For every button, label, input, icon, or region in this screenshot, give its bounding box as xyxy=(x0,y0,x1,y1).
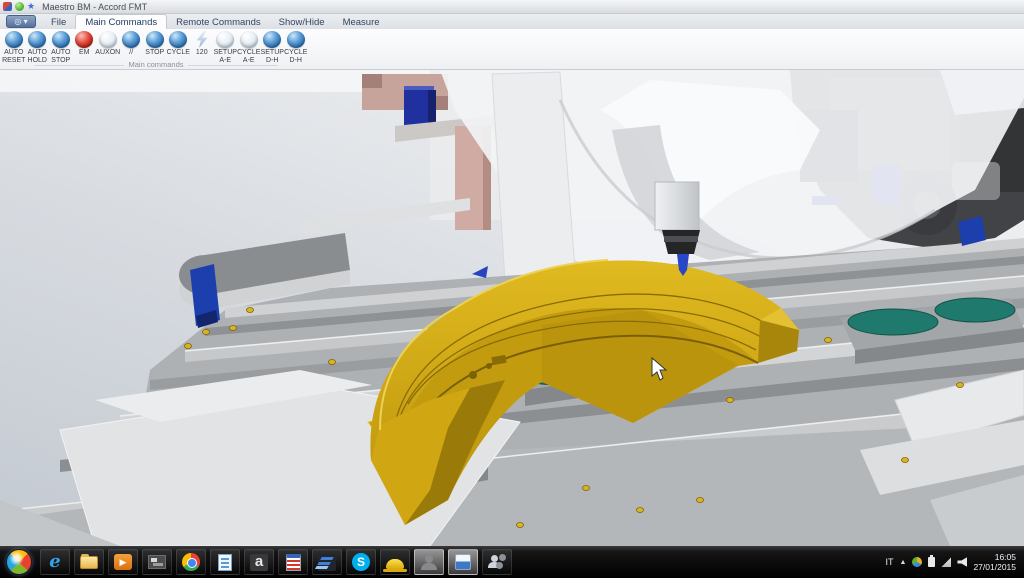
tab-file[interactable]: File xyxy=(42,15,75,29)
workpiece-hole xyxy=(469,371,477,379)
folder-icon xyxy=(80,556,98,569)
machine-scene xyxy=(0,70,1024,546)
ribbon-button-auto-stop[interactable]: AUTO STOP xyxy=(49,29,73,64)
start-button[interactable] xyxy=(6,549,32,575)
suction-cup xyxy=(848,309,938,335)
taskbar-icon-internet-explorer[interactable]: e xyxy=(40,549,70,575)
taskbar-icon-simulator-app[interactable] xyxy=(448,549,478,575)
taskbar: e ▶ a S IT ▲ 16:05 27/01/2015 xyxy=(0,546,1024,578)
taskbar-icon-maestro-cam[interactable] xyxy=(312,549,342,575)
suction-cup xyxy=(935,298,1015,322)
app-menu-button[interactable]: ◎ ▾ xyxy=(6,15,36,28)
ribbon-button-cycle[interactable]: CYCLE xyxy=(167,29,191,57)
ribbon-tab-row: ◎ ▾ File Main Commands Remote Commands S… xyxy=(0,14,1024,29)
ribbon-button-slash[interactable]: // xyxy=(120,29,144,57)
chrome-icon xyxy=(182,553,200,571)
sphere-icon xyxy=(28,31,46,48)
book-icon xyxy=(286,554,301,571)
person-icon xyxy=(425,555,433,563)
application-window: ★ Maestro BM - Accord FMT ◎ ▾ File Main … xyxy=(0,0,1024,578)
sphere-icon xyxy=(75,31,93,48)
ribbon-button-stop[interactable]: STOP xyxy=(143,29,167,57)
ribbon-button-cycle-ae[interactable]: CYCLE A-E xyxy=(237,29,261,64)
sphere-icon xyxy=(263,31,281,48)
disk-icon xyxy=(455,554,471,570)
sphere-icon xyxy=(240,31,258,48)
sphere-icon xyxy=(122,31,140,48)
titlebar: ★ Maestro BM - Accord FMT xyxy=(0,0,1024,14)
system-tray: IT ▲ 16:05 27/01/2015 xyxy=(886,552,1020,572)
lightning-icon xyxy=(193,31,211,48)
green-orb-icon xyxy=(15,2,24,11)
ribbon-button-auxon[interactable]: AUXON xyxy=(96,29,120,57)
battery-icon[interactable] xyxy=(928,557,935,567)
ribbon: AUTO RESET AUTO HOLD AUTO STOP EM AUXON … xyxy=(0,29,1024,70)
tab-show-hide[interactable]: Show/Hide xyxy=(270,15,334,29)
blue-star-icon: ★ xyxy=(27,2,35,11)
taskbar-icon-document-app[interactable] xyxy=(210,549,240,575)
window-title: Maestro BM - Accord FMT xyxy=(42,2,147,12)
tab-main-commands[interactable]: Main Commands xyxy=(75,14,167,29)
viewport-3d[interactable] xyxy=(0,70,1024,546)
play-icon: ▶ xyxy=(114,554,132,570)
ribbon-group-main-commands: AUTO RESET AUTO HOLD AUTO STOP EM AUXON … xyxy=(2,29,310,70)
workpiece-hole xyxy=(486,363,492,369)
taskbar-icon-file-explorer[interactable] xyxy=(74,549,104,575)
ribbon-button-auto-hold[interactable]: AUTO HOLD xyxy=(26,29,50,64)
hidden-icons-button[interactable]: ▲ xyxy=(900,559,907,566)
document-icon xyxy=(218,554,232,571)
drive-tray-icon[interactable] xyxy=(912,557,922,567)
tab-remote-commands[interactable]: Remote Commands xyxy=(167,15,269,29)
helmet-icon xyxy=(386,559,404,569)
clock-date: 27/01/2015 xyxy=(973,562,1016,572)
ribbon-button-em[interactable]: EM xyxy=(73,29,97,57)
clock-time: 16:05 xyxy=(973,552,1016,562)
letter-a-icon: a xyxy=(250,554,268,571)
maestro-icon xyxy=(318,554,336,571)
ribbon-button-auto-reset[interactable]: AUTO RESET xyxy=(2,29,26,64)
people-icon xyxy=(491,555,498,562)
clock[interactable]: 16:05 27/01/2015 xyxy=(973,552,1016,572)
skype-icon: S xyxy=(352,553,370,571)
sphere-icon xyxy=(169,31,187,48)
ie-icon: e xyxy=(49,553,60,571)
taskbar-icon-cnc-tool-app[interactable] xyxy=(142,549,172,575)
volume-icon[interactable] xyxy=(957,557,967,567)
sphere-icon xyxy=(216,31,234,48)
taskbar-icon-chrome[interactable] xyxy=(176,549,206,575)
network-icon[interactable] xyxy=(941,557,951,567)
sphere-icon xyxy=(52,31,70,48)
sphere-icon xyxy=(287,31,305,48)
sphere-icon xyxy=(146,31,164,48)
app-icon xyxy=(3,2,12,11)
taskbar-icon-media-player[interactable]: ▶ xyxy=(108,549,138,575)
taskbar-icon-manual-viewer[interactable] xyxy=(278,549,308,575)
ribbon-button-cycle-dh[interactable]: CYCLE D-H xyxy=(284,29,308,64)
sphere-icon xyxy=(5,31,23,48)
taskbar-icon-alphacam[interactable]: a xyxy=(244,549,274,575)
taskbar-icon-operator-app[interactable] xyxy=(414,549,444,575)
language-indicator[interactable]: IT xyxy=(886,557,894,567)
tab-measure[interactable]: Measure xyxy=(334,15,389,29)
taskbar-icon-helmet-cam-app[interactable] xyxy=(380,549,410,575)
ribbon-button-setup-ae[interactable]: SETUP A-E xyxy=(214,29,238,64)
ribbon-button-setup-dh[interactable]: SETUP D-H xyxy=(261,29,285,64)
taskbar-icon-remote-support[interactable] xyxy=(482,549,512,575)
ribbon-group-label: Main commands xyxy=(2,60,310,69)
ribbon-button-120[interactable]: 120 xyxy=(190,29,214,57)
machine-icon xyxy=(148,555,166,569)
taskbar-icon-skype[interactable]: S xyxy=(346,549,376,575)
sphere-icon xyxy=(99,31,117,48)
